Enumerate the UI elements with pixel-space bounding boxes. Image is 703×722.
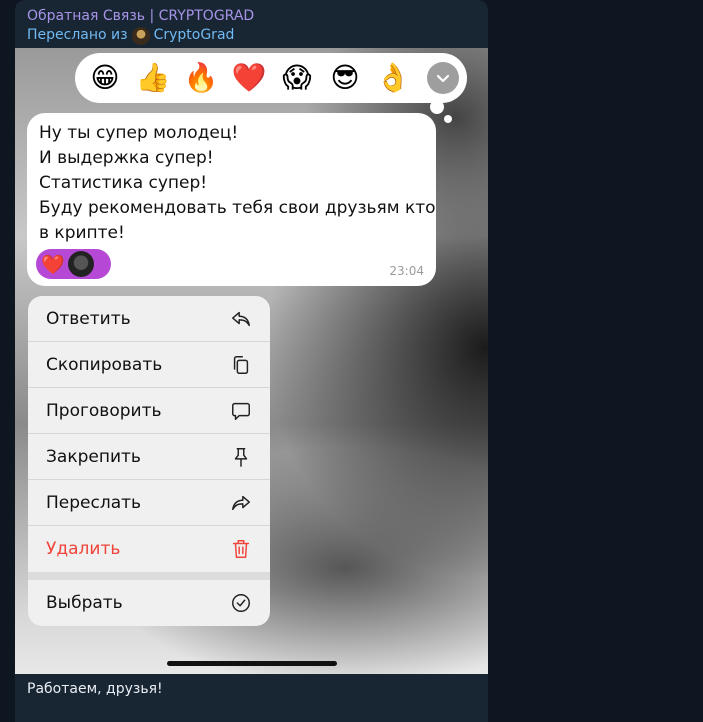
menu-label: Переслать bbox=[46, 492, 142, 513]
reaction-bar: 😁 👍 🔥 ❤️ 😱 😎 👌 bbox=[75, 53, 467, 103]
menu-item-forward[interactable]: Переслать bbox=[28, 480, 270, 526]
menu-item-reply[interactable]: Ответить bbox=[28, 296, 270, 342]
menu-label: Закрепить bbox=[46, 446, 141, 467]
copy-icon bbox=[233, 355, 249, 374]
speech-bubble-icon bbox=[232, 402, 250, 420]
message-line: И выдержка супер! bbox=[39, 148, 214, 168]
sunglasses-emoji-icon[interactable]: 😎 bbox=[321, 54, 369, 102]
message-line: в крипте! bbox=[39, 223, 125, 243]
message-caption: Работаем, друзья! bbox=[27, 681, 163, 697]
channel-avatar bbox=[131, 26, 150, 45]
menu-separator bbox=[28, 572, 270, 580]
pin-icon bbox=[234, 447, 248, 467]
menu-item-select[interactable]: Выбрать bbox=[28, 580, 270, 626]
message-time: 23:04 bbox=[389, 264, 424, 278]
menu-label: Ответить bbox=[46, 308, 131, 329]
chevron-down-icon[interactable] bbox=[427, 62, 459, 94]
sender-name[interactable]: Обратная Связь | CRYPTOGRAD bbox=[27, 7, 254, 26]
home-indicator bbox=[167, 661, 337, 666]
menu-item-pin[interactable]: Закрепить bbox=[28, 434, 270, 480]
message-line: Статистика супер! bbox=[39, 173, 208, 193]
message-line: Буду рекомендовать тебя свои друзьям кто bbox=[39, 198, 436, 218]
trash-icon bbox=[232, 540, 250, 558]
message-bubble[interactable]: Ну ты супер молодец! И выдержка супер! С… bbox=[27, 113, 436, 286]
fire-emoji-icon[interactable]: 🔥 bbox=[177, 54, 225, 102]
check-circle-icon bbox=[232, 594, 250, 612]
message-card[interactable]: Обратная Связь | CRYPTOGRAD Переслано из… bbox=[15, 0, 488, 722]
screenshot-image[interactable]: 😁 👍 🔥 ❤️ 😱 😎 👌 Ну ты супер молодец! И вы… bbox=[15, 48, 488, 674]
context-menu: Ответить Скопировать Проговорить Закрепи… bbox=[28, 296, 270, 626]
menu-item-delete[interactable]: Удалить bbox=[28, 526, 270, 572]
forwarded-prefix: Переслано из bbox=[27, 27, 128, 43]
bubble-tail-dot bbox=[444, 115, 452, 123]
grin-emoji-icon[interactable]: 😁 bbox=[81, 54, 129, 102]
scream-emoji-icon[interactable]: 😱 bbox=[273, 54, 321, 102]
message-header: Обратная Связь | CRYPTOGRAD Переслано из… bbox=[27, 7, 254, 45]
menu-label: Проговорить bbox=[46, 400, 162, 421]
message-line: Ну ты супер молодец! bbox=[39, 123, 239, 143]
heart-emoji-icon[interactable]: ❤️ bbox=[225, 54, 273, 102]
forwarded-from[interactable]: Переслано из CryptoGrad bbox=[27, 26, 254, 45]
menu-label: Выбрать bbox=[46, 593, 123, 613]
forward-icon bbox=[232, 495, 250, 510]
forwarded-channel[interactable]: CryptoGrad bbox=[154, 26, 235, 45]
bubble-tail-dot bbox=[430, 100, 444, 114]
reaction-pill[interactable]: ❤️ bbox=[36, 249, 111, 279]
menu-item-speak[interactable]: Проговорить bbox=[28, 388, 270, 434]
ok-hand-emoji-icon[interactable]: 👌 bbox=[369, 54, 417, 102]
menu-item-copy[interactable]: Скопировать bbox=[28, 342, 270, 388]
menu-label: Скопировать bbox=[46, 354, 163, 375]
menu-label: Удалить bbox=[46, 539, 121, 559]
avatar bbox=[68, 251, 94, 277]
thumbs-up-emoji-icon[interactable]: 👍 bbox=[129, 54, 177, 102]
reply-icon bbox=[232, 311, 250, 326]
chat-page: Обратная Связь | CRYPTOGRAD Переслано из… bbox=[0, 0, 703, 722]
heart-reaction-icon: ❤️ bbox=[41, 253, 65, 276]
